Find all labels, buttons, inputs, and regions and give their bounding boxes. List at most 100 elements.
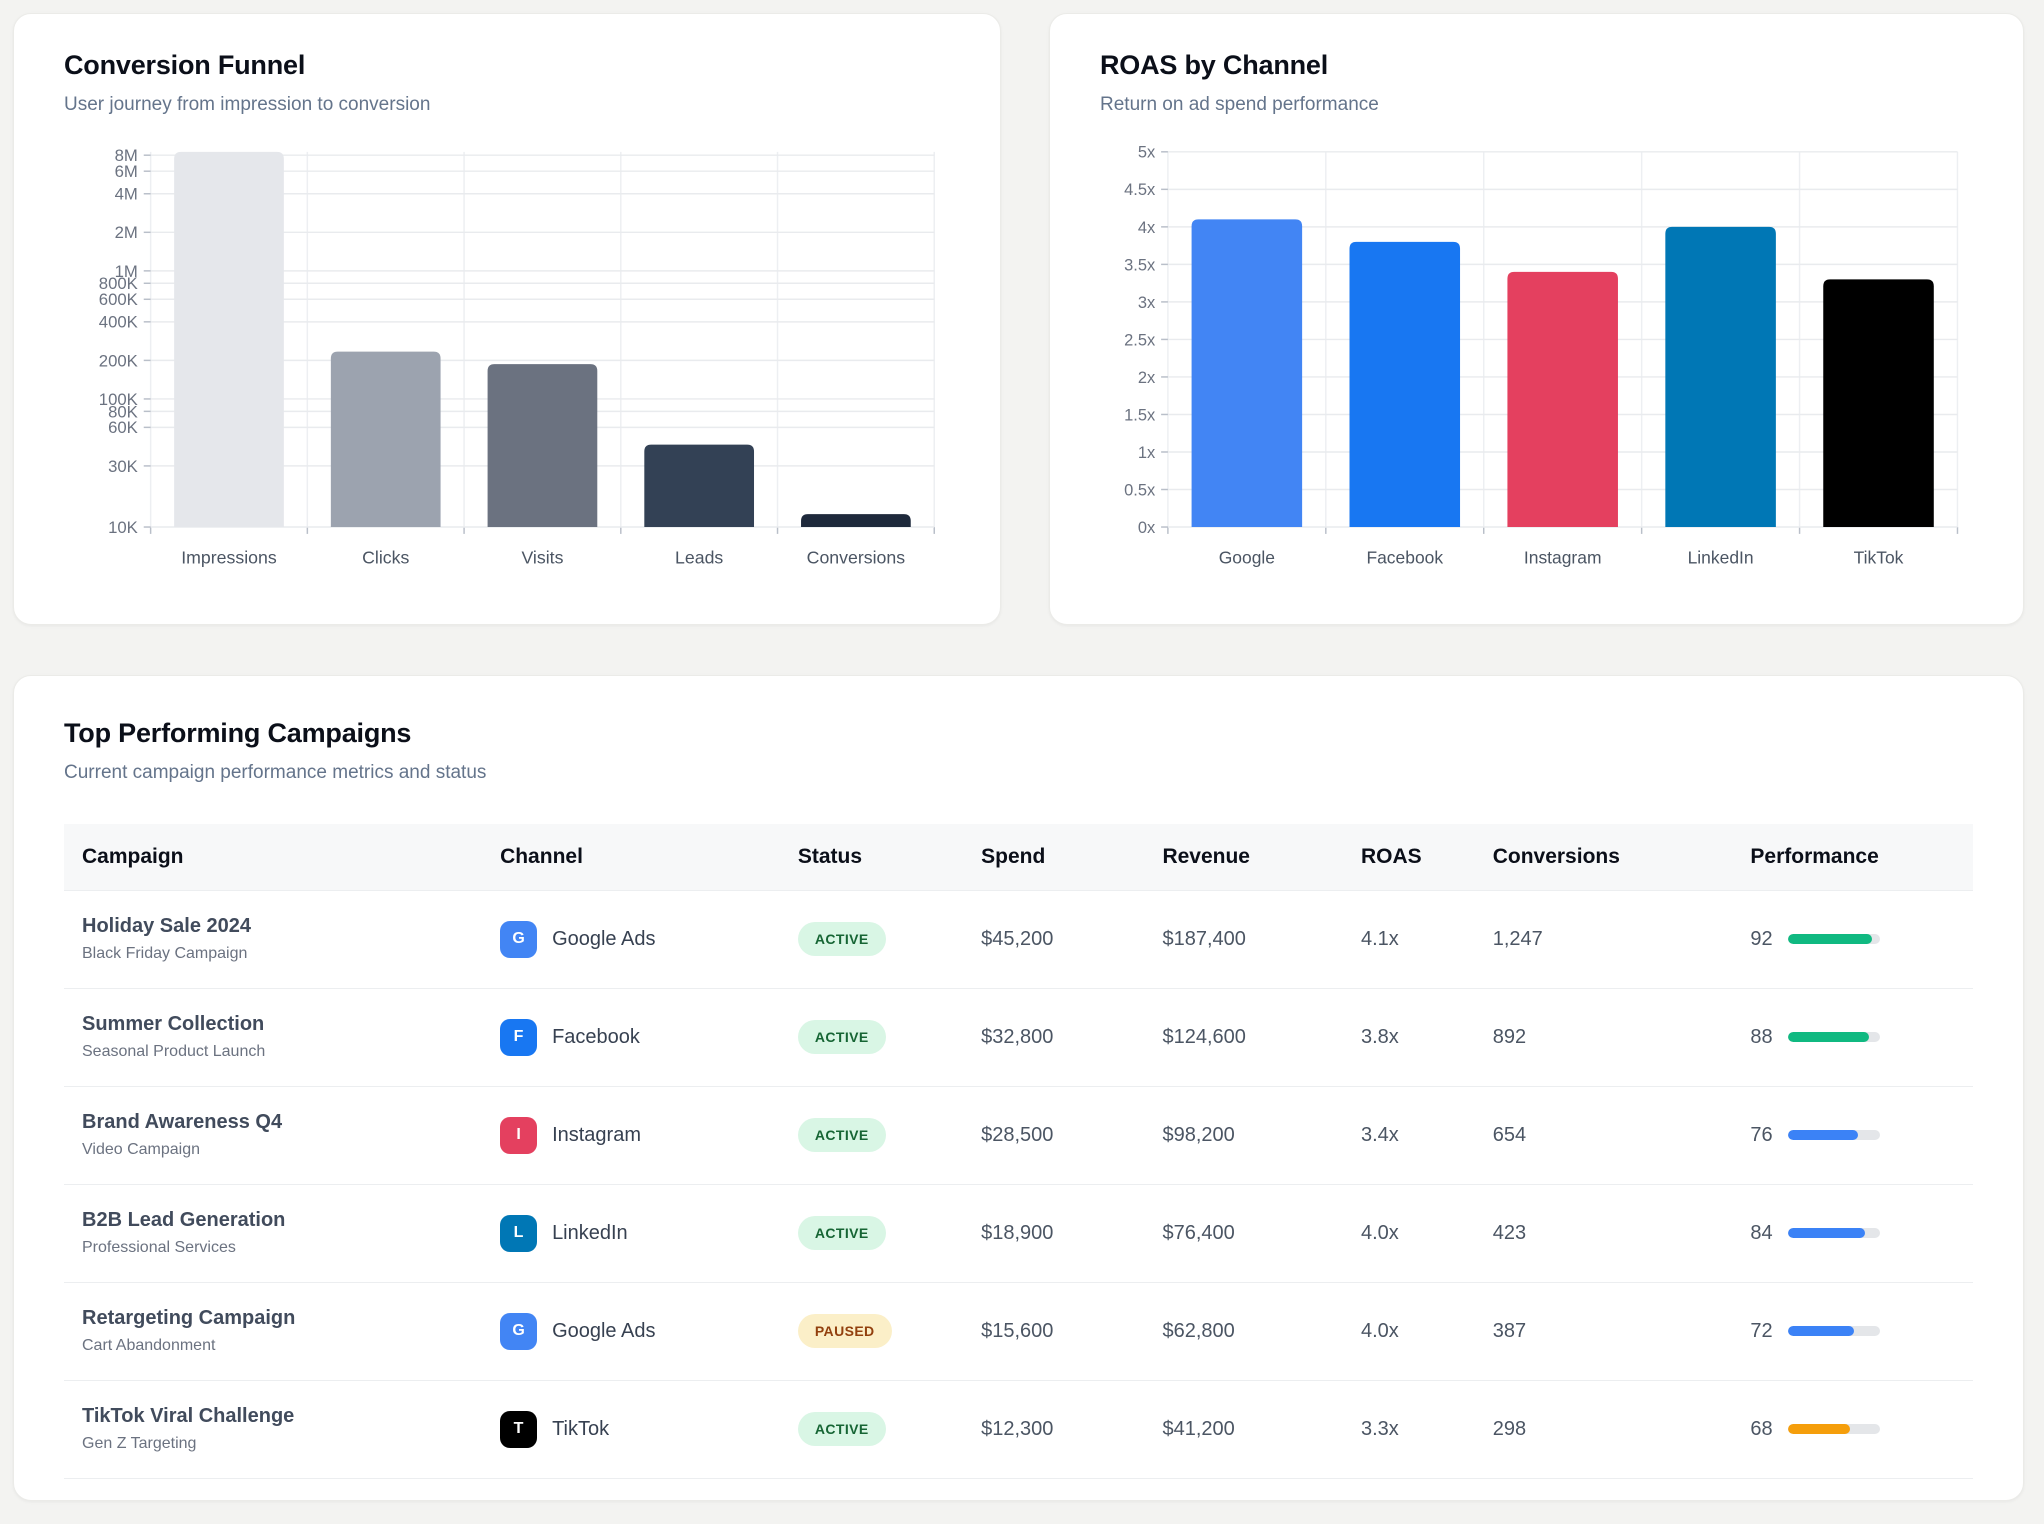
conversion-funnel-card: Conversion Funnel User journey from impr… xyxy=(13,13,1001,625)
svg-text:4M: 4M xyxy=(115,185,138,204)
revenue-value: $76,400 xyxy=(1144,1184,1343,1282)
campaign-name: Brand Awareness Q4 xyxy=(82,1111,464,1134)
svg-text:6M: 6M xyxy=(115,162,138,181)
svg-text:10K: 10K xyxy=(108,518,138,537)
performance-bar-fill xyxy=(1788,1032,1869,1042)
performance-bar-fill xyxy=(1788,1228,1865,1238)
x-axis-label: Visits xyxy=(521,547,563,567)
campaign-name: Summer Collection xyxy=(82,1013,464,1036)
table-row: B2B Lead Generation Professional Service… xyxy=(64,1184,1973,1282)
bar-facebook[interactable] xyxy=(1350,242,1461,527)
table-row: Brand Awareness Q4 Video Campaign I Inst… xyxy=(64,1086,1973,1184)
bar-google[interactable] xyxy=(1192,219,1303,527)
roas-card-title: ROAS by Channel xyxy=(1100,50,1973,81)
channel-label: TikTok xyxy=(552,1418,609,1441)
bar-conversions[interactable] xyxy=(801,514,911,527)
performance-value: 88 xyxy=(1750,1026,1772,1049)
spend-value: $32,800 xyxy=(963,988,1144,1086)
campaign-description: Video Campaign xyxy=(82,1141,464,1159)
column-header-conversions: Conversions xyxy=(1475,824,1733,890)
performance-bar-fill xyxy=(1788,1424,1851,1434)
channel-icon: G xyxy=(500,1313,537,1350)
spend-value: $28,500 xyxy=(963,1086,1144,1184)
revenue-value: $41,200 xyxy=(1144,1380,1343,1478)
roas-card-subtitle: Return on ad spend performance xyxy=(1100,94,1973,116)
conversions-value: 298 xyxy=(1475,1380,1733,1478)
performance-bar xyxy=(1788,934,1880,944)
revenue-value: $98,200 xyxy=(1144,1086,1343,1184)
roas-by-channel-chart: 0x0.5x1x1.5x2x2.5x3x3.5x4x4.5x5xGoogleFa… xyxy=(1100,142,1973,584)
campaign-name: Retargeting Campaign xyxy=(82,1307,464,1330)
channel-icon: G xyxy=(500,921,537,958)
spend-value: $12,300 xyxy=(963,1380,1144,1478)
campaigns-card-title: Top Performing Campaigns xyxy=(64,718,1973,749)
bar-leads[interactable] xyxy=(644,445,754,527)
svg-text:2x: 2x xyxy=(1138,368,1156,387)
x-axis-label: Conversions xyxy=(807,547,906,567)
bar-instagram[interactable] xyxy=(1507,272,1618,527)
performance-bar-fill xyxy=(1788,1326,1854,1336)
conversions-value: 654 xyxy=(1475,1086,1733,1184)
channel-label: Instagram xyxy=(552,1124,641,1147)
performance-bar xyxy=(1788,1326,1880,1336)
table-row: TikTok Viral Challenge Gen Z Targeting T… xyxy=(64,1380,1973,1478)
column-header-campaign: Campaign xyxy=(64,824,482,890)
x-axis-label: LinkedIn xyxy=(1688,547,1754,567)
channel-label: Google Ads xyxy=(552,928,655,951)
x-axis-label: Google xyxy=(1219,547,1275,567)
svg-text:30K: 30K xyxy=(108,457,138,476)
performance-value: 76 xyxy=(1750,1124,1772,1147)
bar-impressions[interactable] xyxy=(174,152,284,527)
performance-value: 92 xyxy=(1750,928,1772,951)
conversions-value: 387 xyxy=(1475,1282,1733,1380)
conversions-value: 1,247 xyxy=(1475,890,1733,988)
svg-text:2.5x: 2.5x xyxy=(1124,330,1156,349)
campaign-description: Seasonal Product Launch xyxy=(82,1043,464,1061)
table-header-row: Campaign Channel Status Spend Revenue RO… xyxy=(64,824,1973,890)
svg-text:0x: 0x xyxy=(1138,518,1156,537)
bar-clicks[interactable] xyxy=(331,352,441,527)
table-row: Summer Collection Seasonal Product Launc… xyxy=(64,988,1973,1086)
column-header-revenue: Revenue xyxy=(1144,824,1343,890)
campaign-description: Professional Services xyxy=(82,1239,464,1257)
roas-value: 4.0x xyxy=(1343,1184,1475,1282)
performance-value: 84 xyxy=(1750,1222,1772,1245)
channel-label: Facebook xyxy=(552,1026,640,1049)
column-header-channel: Channel xyxy=(482,824,780,890)
bar-linkedin[interactable] xyxy=(1665,227,1776,527)
x-axis-label: Impressions xyxy=(181,547,277,567)
svg-text:1x: 1x xyxy=(1138,443,1156,462)
x-axis-label: Instagram xyxy=(1524,547,1602,567)
bar-visits[interactable] xyxy=(488,364,598,527)
performance-value: 72 xyxy=(1750,1320,1772,1343)
performance-bar xyxy=(1788,1424,1880,1434)
spend-value: $18,900 xyxy=(963,1184,1144,1282)
performance-value: 68 xyxy=(1750,1418,1772,1441)
roas-value: 3.3x xyxy=(1343,1380,1475,1478)
campaigns-table-body: Holiday Sale 2024 Black Friday Campaign … xyxy=(64,890,1973,1478)
svg-text:2M: 2M xyxy=(115,223,138,242)
funnel-card-subtitle: User journey from impression to conversi… xyxy=(64,94,950,116)
channel-icon: F xyxy=(500,1019,537,1056)
revenue-value: $62,800 xyxy=(1144,1282,1343,1380)
performance-bar-fill xyxy=(1788,1130,1858,1140)
svg-text:3.5x: 3.5x xyxy=(1124,255,1156,274)
campaign-description: Black Friday Campaign xyxy=(82,945,464,963)
status-badge: ACTIVE xyxy=(798,1020,886,1054)
spend-value: $15,600 xyxy=(963,1282,1144,1380)
performance-bar-fill xyxy=(1788,934,1873,944)
channel-label: Google Ads xyxy=(552,1320,655,1343)
roas-value: 4.1x xyxy=(1343,890,1475,988)
status-badge: ACTIVE xyxy=(798,1118,886,1152)
status-badge: PAUSED xyxy=(798,1314,892,1348)
bar-tiktok[interactable] xyxy=(1823,279,1934,527)
conversion-funnel-chart: 8M6M4M2M1M800K600K400K200K100K80K60K30K1… xyxy=(64,142,950,584)
table-row: Retargeting Campaign Cart Abandonment G … xyxy=(64,1282,1973,1380)
conversions-value: 423 xyxy=(1475,1184,1733,1282)
status-badge: ACTIVE xyxy=(798,922,886,956)
conversions-value: 892 xyxy=(1475,988,1733,1086)
channel-icon: L xyxy=(500,1215,537,1252)
channel-icon: I xyxy=(500,1117,537,1154)
column-header-spend: Spend xyxy=(963,824,1144,890)
column-header-performance: Performance xyxy=(1732,824,1973,890)
